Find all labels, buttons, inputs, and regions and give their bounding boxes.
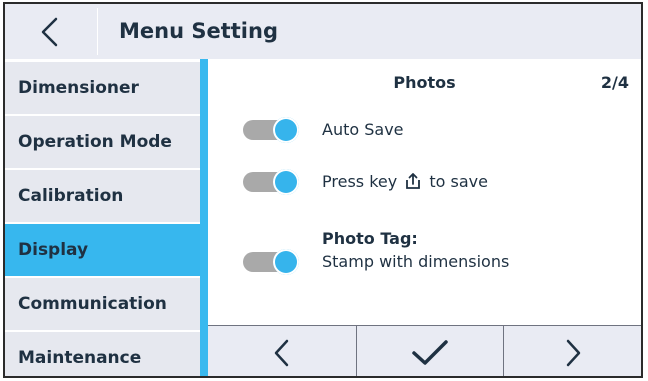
photo-tag-toggle[interactable] xyxy=(243,249,299,275)
screen-frame: Menu Setting Dimensioner Operation Mode … xyxy=(3,2,643,378)
chevron-left-icon xyxy=(41,17,58,46)
checkmark-icon xyxy=(412,340,448,365)
previous-button[interactable] xyxy=(208,326,356,376)
auto-save-toggle[interactable] xyxy=(243,117,299,143)
bottom-nav-bar xyxy=(208,325,641,376)
sidebar-item-display[interactable]: Display xyxy=(5,224,200,276)
photo-tag-label: Stamp with dimensions xyxy=(322,252,510,271)
settings-panel: Photos 2/4 Auto Save Press key to save P… xyxy=(208,59,641,325)
sidebar-item-calibration[interactable]: Calibration xyxy=(5,170,200,222)
header-bar: Menu Setting xyxy=(5,4,641,60)
toggle-knob xyxy=(273,117,299,143)
confirm-button[interactable] xyxy=(357,326,503,376)
press-key-save-toggle[interactable] xyxy=(243,169,299,195)
press-key-save-label: Press key to save xyxy=(322,172,488,191)
photo-tag-heading: Photo Tag: xyxy=(322,229,418,248)
sidebar-item-dimensioner[interactable]: Dimensioner xyxy=(5,62,200,114)
next-button[interactable] xyxy=(504,326,641,376)
section-title: Photos xyxy=(393,73,456,92)
sidebar-accent-bar xyxy=(200,59,208,376)
press-key-text: Press key xyxy=(322,172,398,191)
sidebar: Dimensioner Operation Mode Calibration D… xyxy=(5,59,200,376)
page-title: Menu Setting xyxy=(119,19,278,43)
toggle-knob xyxy=(273,169,299,195)
chevron-right-icon xyxy=(566,339,580,367)
sidebar-item-maintenance[interactable]: Maintenance xyxy=(5,332,200,376)
toggle-knob xyxy=(273,249,299,275)
auto-save-label: Auto Save xyxy=(322,120,404,139)
chevron-left-icon xyxy=(274,339,289,367)
sidebar-item-communication[interactable]: Communication xyxy=(5,278,200,330)
header-divider xyxy=(97,8,98,55)
page-indicator: 2/4 xyxy=(600,73,629,92)
to-save-text: to save xyxy=(429,172,488,191)
upload-key-icon xyxy=(406,173,421,189)
sidebar-item-operation-mode[interactable]: Operation Mode xyxy=(5,116,200,168)
back-button[interactable] xyxy=(5,4,95,59)
